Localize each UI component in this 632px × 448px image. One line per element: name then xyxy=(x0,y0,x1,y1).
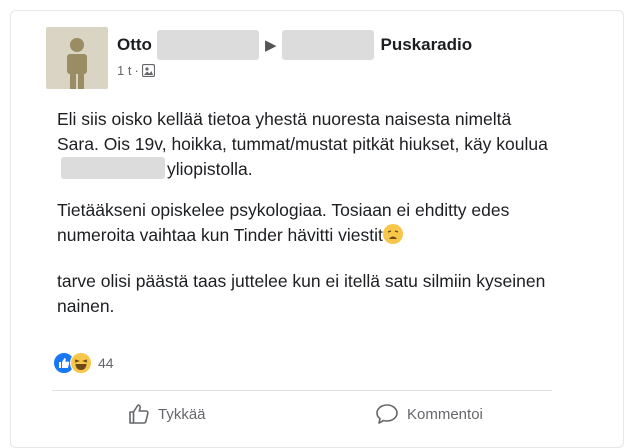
haha-icon xyxy=(70,352,92,374)
post-paragraph-2: Tietääkseni opiskelee psykologiaa. Tosia… xyxy=(57,198,557,248)
redacted-school xyxy=(61,157,165,179)
post-meta: 1 t · xyxy=(117,63,155,78)
comment-label: Kommentoi xyxy=(407,405,483,423)
arrow-right-icon: ▶ xyxy=(264,37,277,54)
post-paragraph-1: Eli siis oisko kellää tietoa yhestä nuor… xyxy=(57,107,557,182)
weary-face-emoji-icon xyxy=(382,224,403,244)
group-audience-icon xyxy=(141,64,155,77)
default-person-icon xyxy=(67,38,87,89)
post-text-3: tarve olisi päästä taas juttelee kun ei … xyxy=(57,271,546,316)
post-text-1a: Eli siis oisko kellää tietoa yhestä nuor… xyxy=(57,109,548,154)
post-text-2: Tietääkseni opiskelee psykologiaa. Tosia… xyxy=(57,200,510,245)
redacted-name xyxy=(282,30,375,60)
post-text-1b: yliopistolla. xyxy=(167,159,253,179)
redacted-surname xyxy=(156,30,259,60)
post-body: Eli siis oisko kellää tietoa yhestä nuor… xyxy=(57,107,557,335)
reaction-summary[interactable]: 44 xyxy=(53,352,114,374)
reaction-count: 44 xyxy=(98,355,114,371)
author-name[interactable]: Otto xyxy=(117,35,152,55)
timestamp[interactable]: 1 t xyxy=(117,63,131,78)
like-button[interactable]: Tykkää xyxy=(128,403,206,425)
comment-button[interactable]: Kommentoi xyxy=(375,403,483,425)
avatar[interactable] xyxy=(46,27,108,89)
thumbs-up-icon xyxy=(129,404,149,424)
comment-bubble-icon xyxy=(376,404,398,424)
divider xyxy=(52,390,552,391)
post-header: Otto ▶ Puskaradio xyxy=(117,30,472,60)
group-name[interactable]: Puskaradio xyxy=(380,35,472,55)
meta-separator: · xyxy=(134,63,139,78)
post-paragraph-3: tarve olisi päästä taas juttelee kun ei … xyxy=(57,269,557,319)
like-label: Tykkää xyxy=(158,405,206,423)
